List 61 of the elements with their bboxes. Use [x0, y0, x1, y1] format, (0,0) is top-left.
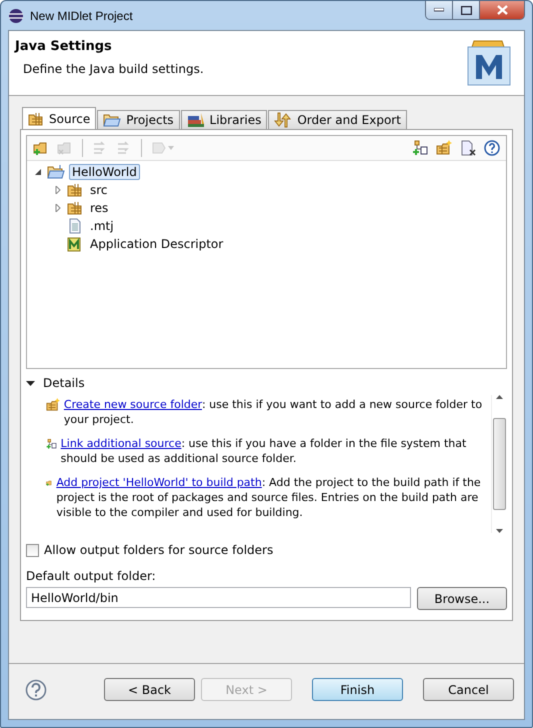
- descriptor-icon: [67, 236, 83, 252]
- tab[interactable]: Libraries: [180, 110, 268, 129]
- new-folder-icon: [436, 140, 452, 156]
- configure-icon: [151, 140, 175, 156]
- action-link[interactable]: Add project 'HelloWorld' to build path: [56, 476, 262, 489]
- dialog-button[interactable]: Cancel: [423, 678, 514, 701]
- package-folder-icon: [67, 200, 83, 216]
- tree-item[interactable]: HelloWorld: [69, 164, 140, 180]
- expanded-triangle-icon[interactable]: [26, 378, 35, 388]
- details-heading[interactable]: Details: [43, 376, 85, 390]
- collapsed-triangle-icon[interactable]: [54, 204, 62, 212]
- collapsed-triangle-icon[interactable]: [54, 186, 62, 194]
- detail-text: Add project 'HelloWorld' to build path: Add the project to the build path if the project is the root of packages and source files. Entries on the build path are visible to the compiler and used for building.: [56, 475, 482, 520]
- close-icon: [496, 5, 508, 15]
- minimize-icon: [434, 8, 444, 12]
- tree-item[interactable]: Application Descriptor: [87, 236, 226, 252]
- action-link[interactable]: Create new source folder: [64, 398, 202, 411]
- new-folder-icon: [46, 397, 60, 413]
- dialog-button[interactable]: < Back: [104, 678, 195, 701]
- link-source-icon: [412, 140, 428, 156]
- help-icon: [484, 140, 500, 156]
- tree-item[interactable]: src: [87, 182, 111, 198]
- remove-icon: [460, 140, 476, 156]
- tab[interactable]: Order and Export: [268, 110, 407, 129]
- file-icon: [67, 218, 83, 234]
- scrollbar[interactable]: [491, 395, 507, 533]
- scroll-down-icon[interactable]: [496, 529, 503, 533]
- dialog-button[interactable]: Finish: [312, 678, 403, 701]
- package-folder-icon: [67, 182, 83, 198]
- package-folder-icon: [28, 110, 44, 126]
- field-label: Default output folder:: [26, 569, 157, 583]
- folder-remove-icon: [57, 140, 73, 156]
- browse-button[interactable]: Browse...: [417, 587, 507, 610]
- maximize-button[interactable]: [453, 1, 480, 19]
- arrows-icon: [92, 140, 108, 156]
- folder-icon: [103, 112, 122, 128]
- folder-plus-icon: [33, 140, 49, 156]
- output-folder-field[interactable]: HelloWorld/bin: [26, 587, 411, 608]
- detail-text: Create new source folder: use this if you want to add a new source folder to your project.: [64, 397, 484, 427]
- scroll-up-icon[interactable]: [496, 395, 503, 399]
- tree-item[interactable]: .mtj: [87, 218, 117, 234]
- arrows-icon: [116, 140, 132, 156]
- page-description: Define the Java build settings.: [22, 62, 204, 76]
- page-title: Java Settings: [15, 39, 113, 54]
- tab[interactable]: Source: [22, 107, 96, 129]
- checkbox-label: Allow output folders for source folders: [44, 543, 274, 557]
- project-folder-icon: [47, 164, 65, 180]
- window-title: New MIDlet Project: [30, 8, 134, 22]
- tree-item[interactable]: res: [87, 200, 112, 216]
- minimize-button[interactable]: [426, 1, 453, 19]
- maximize-icon: [460, 6, 472, 14]
- books-icon: [186, 112, 205, 128]
- detail-text: Link additional source: use this if you have a folder in the file system that should be used as additional source folder.: [60, 436, 468, 466]
- action-link[interactable]: Link additional source: [60, 437, 182, 450]
- tab[interactable]: Projects: [97, 110, 180, 129]
- app-logo-icon: [8, 8, 24, 24]
- up-down-arrows-icon: [274, 112, 292, 128]
- close-button[interactable]: [480, 1, 524, 19]
- expanded-triangle-icon[interactable]: [34, 168, 42, 176]
- checkbox[interactable]: [26, 544, 39, 556]
- help-icon[interactable]: [25, 678, 47, 700]
